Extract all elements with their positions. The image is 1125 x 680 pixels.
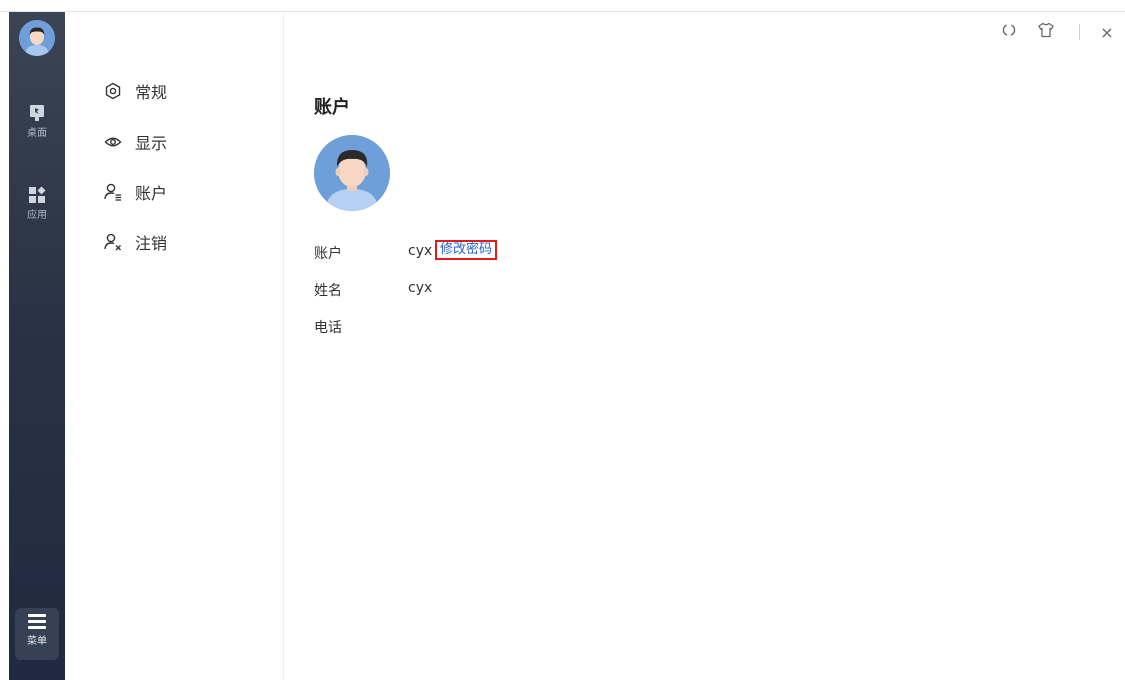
nav-item-label: 常规	[135, 83, 168, 102]
rail-item-desktop[interactable]: 桌面	[9, 104, 65, 139]
name-value: cyx	[408, 280, 433, 296]
nav-item-display[interactable]: 显示	[103, 128, 167, 156]
apps-icon	[29, 186, 46, 203]
app-rail: 桌面 应用 菜单	[9, 12, 65, 680]
settings-nav: 常规 显示 账户 注销	[65, 13, 284, 680]
profile-avatar[interactable]	[314, 135, 390, 211]
nav-item-account[interactable]: 账户	[103, 178, 167, 206]
general-settings-icon	[103, 81, 123, 101]
user-list-icon	[103, 182, 123, 202]
nav-item-logout[interactable]: 注销	[103, 228, 167, 256]
rail-item-label: 应用	[27, 210, 47, 221]
account-value: cyx	[408, 243, 433, 259]
nav-item-label: 显示	[135, 134, 168, 153]
phone-label: 电话	[314, 320, 342, 336]
user-avatar-icon	[314, 135, 390, 211]
rail-menu-button[interactable]: 菜单	[15, 608, 59, 660]
eye-icon	[103, 132, 123, 152]
desktop-icon	[30, 105, 44, 121]
nav-item-label: 注销	[135, 234, 168, 253]
rail-avatar[interactable]	[19, 20, 55, 56]
user-avatar-icon	[19, 20, 55, 56]
page-title: 账户	[314, 97, 350, 118]
name-label: 姓名	[314, 283, 342, 299]
window-top-border	[0, 0, 1125, 12]
rail-menu-label: 菜单	[27, 636, 47, 647]
nav-item-general[interactable]: 常规	[103, 77, 167, 105]
hamburger-icon	[15, 614, 59, 629]
rail-item-apps[interactable]: 应用	[9, 186, 65, 221]
change-password-link[interactable]: 修改密码	[435, 240, 498, 260]
rail-item-label: 桌面	[27, 128, 47, 139]
nav-item-label: 账户	[135, 184, 168, 203]
account-label: 账户	[314, 246, 342, 262]
account-panel: 账户 账户 cyx 修改密码 姓名 cyx 电话	[285, 13, 1125, 680]
user-logout-icon	[103, 232, 123, 252]
